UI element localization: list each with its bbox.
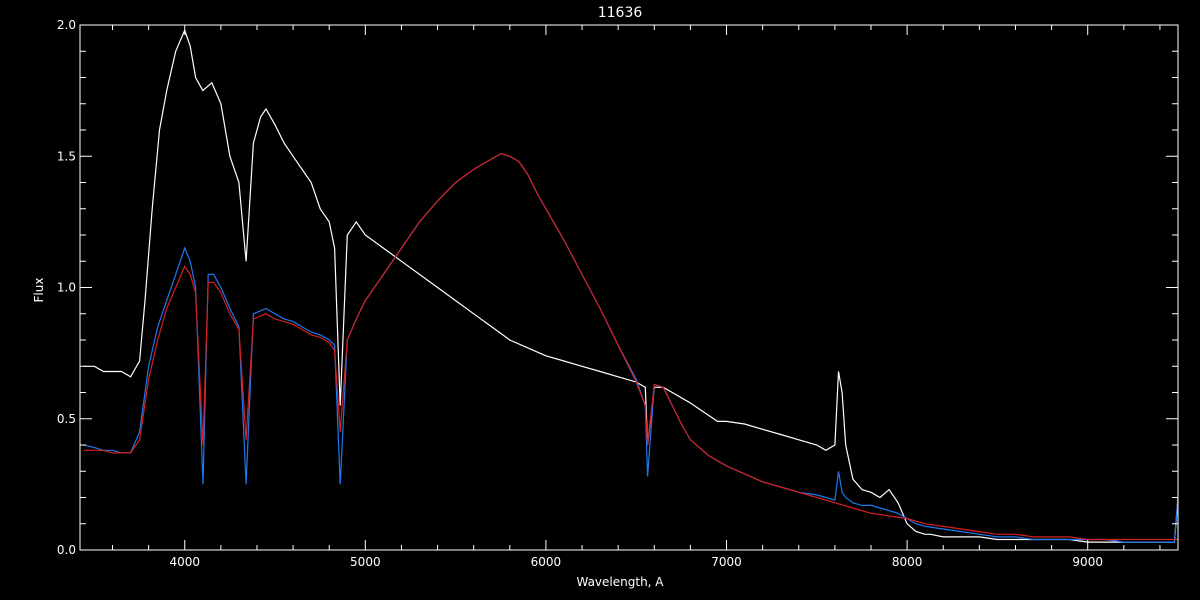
- x-tick-label: 5000: [350, 555, 381, 569]
- x-tick-label: 7000: [711, 555, 742, 569]
- y-tick-label: 0.5: [57, 412, 76, 426]
- spectrum-chart: 11636 Wavelength, A Flux 4000 5000 6000 700…: [32, 5, 1179, 589]
- series-line-3: [83, 152, 1178, 541]
- series-line-1: [83, 28, 1178, 543]
- x-tick-label: 6000: [531, 555, 562, 569]
- x-tick-label: 8000: [892, 555, 923, 569]
- y-tick-label: 1.0: [57, 281, 76, 295]
- y-tick-label: 0.0: [57, 543, 76, 557]
- x-tick-label: 9000: [1072, 555, 1103, 569]
- axes-layer: 4000 5000 6000 7000 8000 9000 0.0 0.5 1.0 1.5 2.0: [57, 18, 1179, 569]
- x-tick-label: 4000: [169, 555, 200, 569]
- y-axis-label: Flux: [32, 278, 46, 303]
- y-tick-label: 2.0: [57, 18, 76, 32]
- plot-frame: [79, 24, 1179, 551]
- series-layer: [83, 28, 1178, 543]
- y-tick-label: 1.5: [57, 149, 76, 163]
- series-line-2: [83, 152, 1178, 543]
- x-axis-label: Wavelength, A: [576, 575, 664, 589]
- chart-title: 11636: [598, 5, 643, 21]
